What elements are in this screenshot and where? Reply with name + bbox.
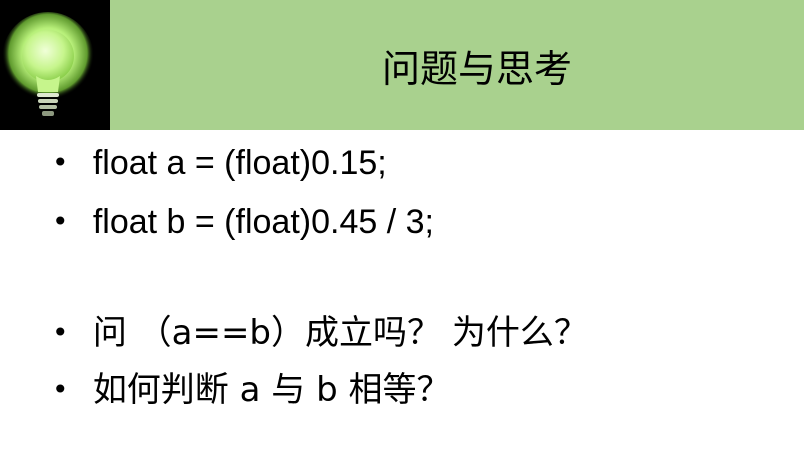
- bullet-dot: •: [52, 205, 69, 238]
- bullet-dot: •: [52, 373, 69, 406]
- bullet-item-3: • 问 （a==b）成立吗？ 为什么？: [52, 311, 588, 355]
- bullet-text: 问 （a==b）成立吗？ 为什么？: [92, 313, 588, 353]
- bullet-dot: •: [52, 146, 69, 179]
- bullet-item-1: • float a = (float)0.15;: [52, 141, 387, 185]
- slide: 问题与思考 • float a = (float)0.15; • float b…: [0, 0, 804, 466]
- bullet-text: 如何判断 a 与 b 相等？: [92, 370, 451, 410]
- bullet-dot: •: [52, 316, 69, 349]
- bullet-list: • float a = (float)0.15; • float b = (fl…: [0, 0, 804, 466]
- bullet-text: float a = (float)0.15;: [92, 144, 387, 182]
- bullet-item-2: • float b = (float)0.45 / 3;: [52, 200, 434, 244]
- bullet-item-4: • 如何判断 a 与 b 相等？: [52, 368, 450, 412]
- bullet-text: float b = (float)0.45 / 3;: [92, 203, 434, 241]
